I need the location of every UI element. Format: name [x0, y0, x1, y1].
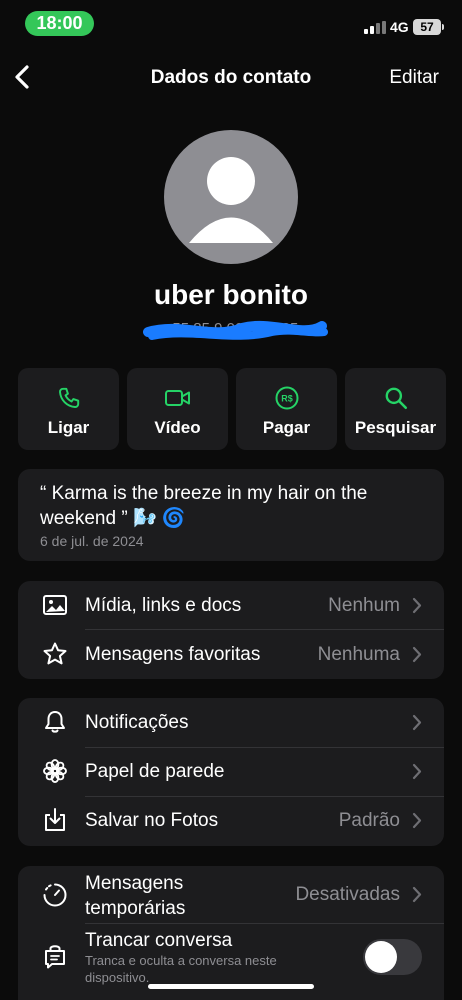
- about-date: 6 de jul. de 2024: [40, 533, 144, 549]
- call-label: Ligar: [47, 418, 90, 437]
- redaction-scribble: [143, 320, 328, 340]
- video-label: Vídeo: [154, 418, 201, 437]
- video-call-button[interactable]: Vídeo: [127, 368, 228, 450]
- disappearing-value: Desativadas: [295, 884, 400, 905]
- privacy-card: Mensagens temporárias Desativadas Tranca…: [18, 866, 444, 1000]
- timer-icon: [42, 882, 68, 908]
- chevron-right-icon: [412, 714, 422, 731]
- about-text: “ Karma is the breeze in my hair on the …: [40, 483, 368, 529]
- search-label: Pesquisar: [354, 418, 437, 437]
- status-time: 18:00: [25, 11, 94, 36]
- lock-chat-toggle[interactable]: [363, 939, 422, 975]
- status-bar: 18:00 4G 57: [0, 0, 462, 46]
- lock-chat-label: Trancar conversa: [85, 930, 233, 951]
- pay-icon: R$: [236, 385, 337, 411]
- save-photos-value: Padrão: [338, 810, 400, 831]
- save-to-photos-row[interactable]: Salvar no Fotos Padrão: [18, 796, 444, 845]
- bell-icon: [42, 709, 68, 735]
- photo-icon: [42, 592, 68, 618]
- contact-name: uber bonito: [154, 279, 308, 310]
- chevron-right-icon: [412, 886, 422, 903]
- phone-icon: [18, 385, 119, 411]
- nav-bar: Dados do contato Editar: [0, 60, 462, 96]
- starred-label: Mensagens favoritas: [85, 644, 261, 665]
- video-icon: [127, 385, 228, 411]
- chevron-right-icon: [412, 763, 422, 780]
- disappearing-messages-row[interactable]: Mensagens temporárias Desativadas: [18, 866, 444, 924]
- download-icon: [42, 807, 68, 833]
- pay-icon-glyph: R$: [281, 394, 293, 404]
- person-icon: [189, 157, 273, 243]
- save-photos-label: Salvar no Fotos: [85, 810, 219, 831]
- wallpaper-label: Papel de parede: [85, 761, 225, 782]
- pay-button[interactable]: R$ Pagar: [236, 368, 337, 450]
- wallpaper-row[interactable]: Papel de parede: [18, 747, 444, 796]
- media-links-docs-row[interactable]: Mídia, links e docs Nenhum: [18, 581, 444, 630]
- about-card[interactable]: “ Karma is the breeze in my hair on the …: [18, 469, 444, 561]
- chevron-right-icon: [412, 597, 422, 614]
- notifications-label: Notificações: [85, 712, 189, 733]
- search-icon: [345, 385, 446, 411]
- lock-chat-icon: [42, 942, 68, 969]
- network-type: 4G: [390, 19, 409, 35]
- media-value: Nenhum: [328, 595, 400, 616]
- settings-card: Notificações Papel de parede Salvar no F…: [18, 698, 444, 846]
- chevron-right-icon: [412, 646, 422, 663]
- pay-label: Pagar: [262, 418, 311, 437]
- signal-icon: [364, 21, 386, 34]
- notifications-row[interactable]: Notificações: [18, 698, 444, 747]
- avatar[interactable]: [164, 130, 298, 264]
- edit-button[interactable]: Editar: [389, 67, 439, 89]
- lock-chat-description: Tranca e oculta a conversa neste disposi…: [85, 953, 277, 985]
- starred-messages-row[interactable]: Mensagens favoritas Nenhuma: [18, 630, 444, 679]
- battery-icon: 57: [413, 19, 444, 35]
- disappearing-label: Mensagens temporárias: [85, 873, 186, 919]
- home-indicator[interactable]: [148, 984, 314, 989]
- flower-icon: [42, 758, 68, 784]
- chevron-right-icon: [412, 812, 422, 829]
- star-icon: [42, 641, 68, 667]
- media-card: Mídia, links e docs Nenhum Mensagens fav…: [18, 581, 444, 679]
- quick-actions: Ligar Vídeo R$ Pagar Pesquisar: [18, 368, 446, 450]
- starred-value: Nenhuma: [317, 644, 400, 665]
- toggle-knob: [365, 941, 397, 973]
- search-button[interactable]: Pesquisar: [345, 368, 446, 450]
- media-label: Mídia, links e docs: [85, 595, 242, 616]
- call-button[interactable]: Ligar: [18, 368, 119, 450]
